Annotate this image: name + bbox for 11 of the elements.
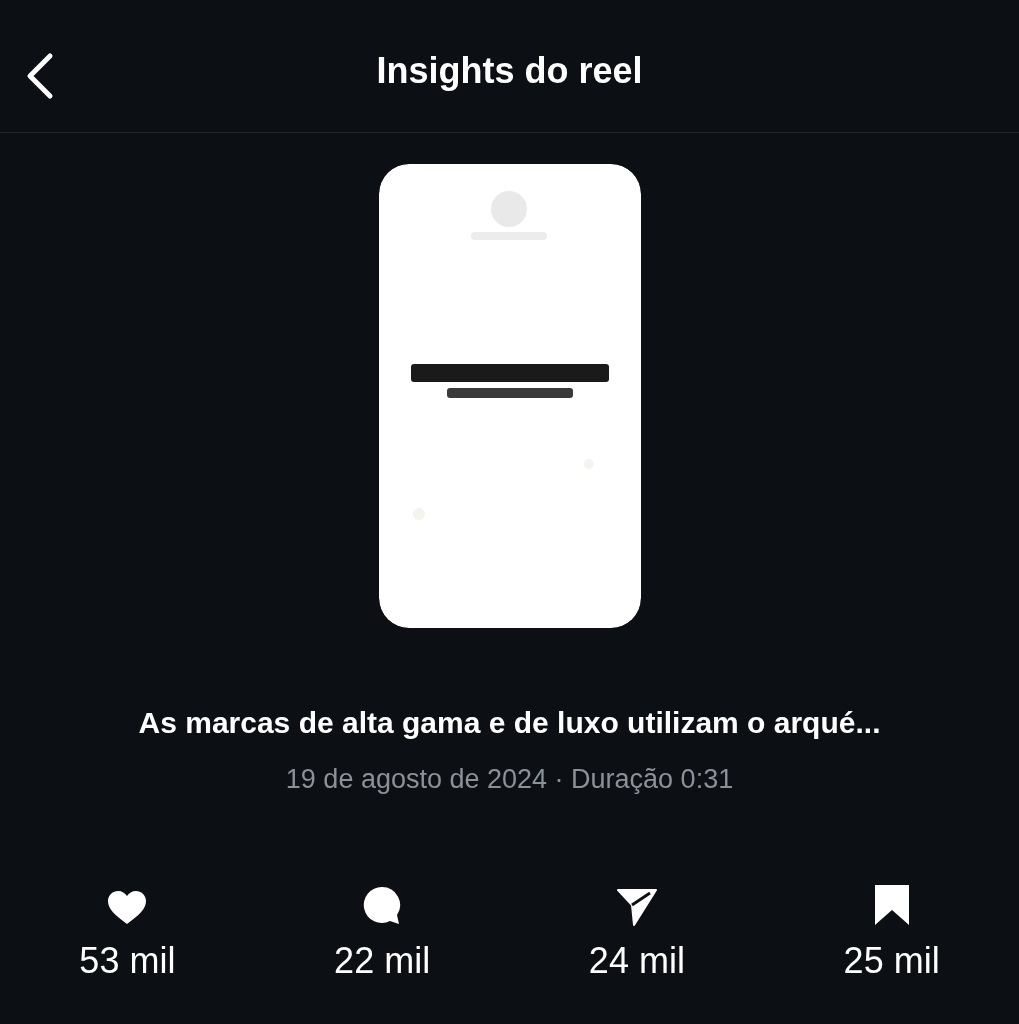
stat-count: 24 mil (588, 938, 685, 983)
stat-count: 25 mil (843, 938, 940, 983)
page-title: Insights do reel (376, 49, 643, 93)
heart-icon (107, 889, 148, 926)
stat-count: 22 mil (334, 938, 431, 983)
bookmark-icon (873, 883, 910, 926)
paper-plane-icon (616, 887, 657, 926)
speech-bubble-icon (362, 885, 403, 926)
reel-date-duration: 19 de agosto de 2024 · Duração 0:31 (285, 763, 734, 796)
stat-count: 53 mil (79, 938, 176, 983)
reel-caption: As marcas de alta gama e de luxo utilizam o arqué... (138, 705, 881, 741)
